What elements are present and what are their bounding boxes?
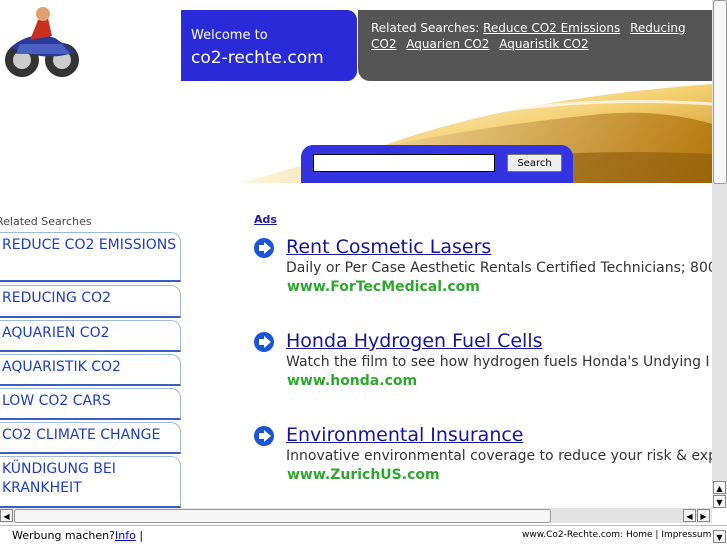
ad-title-link[interactable]: Rent Cosmetic Lasers (286, 236, 491, 258)
footer-left: Werbung machen?Info | (12, 529, 143, 542)
sidebar-item-kundigung-bei-krankheit[interactable]: KÜNDIGUNG BEI KRANKHEIT (0, 456, 181, 508)
footer-separator: | (139, 529, 144, 542)
arrow-right-icon[interactable] (254, 426, 274, 446)
ads-label[interactable]: Ads (254, 213, 277, 226)
related-link-reduce-co2-emissions[interactable]: Reduce CO2 Emissions (483, 21, 620, 35)
footer-bar: Werbung machen?Info | www.Co2-Rechte.com… (0, 525, 727, 546)
arrow-right-icon[interactable] (254, 238, 274, 258)
ad-item: Honda Hydrogen Fuel Cells Watch the film… (254, 330, 714, 392)
sidebar-item-low-co2-cars[interactable]: LOW CO2 CARS (0, 388, 181, 420)
site-header: Welcome to co2-rechte.com Related Search… (0, 0, 712, 183)
footer-impressum-link[interactable]: Impressum (661, 530, 711, 540)
scroll-up-button[interactable]: ▲ (713, 481, 726, 494)
ad-url-link[interactable]: www.ZurichUS.com (287, 467, 440, 483)
welcome-text: Welcome to (191, 28, 268, 43)
scroll-down-button[interactable]: ▼ (713, 495, 726, 508)
footer-info-link[interactable]: Info (115, 529, 136, 542)
ad-title-link[interactable]: Honda Hydrogen Fuel Cells (286, 330, 543, 352)
ad-item: Rent Cosmetic Lasers Daily or Per Case A… (254, 236, 714, 298)
search-button[interactable]: Search (507, 154, 562, 172)
motorcycle-logo[interactable] (0, 0, 182, 84)
horizontal-scroll-thumb[interactable] (14, 509, 551, 523)
footer-home-link[interactable]: Home (626, 530, 653, 540)
ad-description: Daily or Per Case Aesthetic Rentals Cert… (286, 260, 714, 276)
ad-description: Innovative environmental coverage to red… (286, 448, 714, 464)
ad-item: Environmental Insurance Innovative envir… (254, 424, 714, 486)
ad-url-link[interactable]: www.honda.com (287, 373, 417, 389)
footer-site-text: www.Co2-Rechte.com: (522, 530, 624, 540)
search-input[interactable] (313, 154, 495, 172)
sidebar-item-co2-climate-change[interactable]: CO2 CLIMATE CHANGE (0, 422, 181, 454)
ad-title-link[interactable]: Environmental Insurance (286, 424, 524, 446)
vertical-scrollbar[interactable]: ▲ ▼ (712, 0, 727, 508)
related-link-aquaristik-co2[interactable]: Aquaristik CO2 (499, 37, 588, 51)
ad-description: Watch the film to see how hydrogen fuels… (286, 354, 710, 370)
footer-right: www.Co2-Rechte.com: Home | Impressum (522, 530, 712, 540)
related-link-aquarien-co2[interactable]: Aquarien CO2 (406, 37, 489, 51)
scroll-right-button[interactable]: ▶ (697, 509, 710, 522)
footer-ad-text: Werbung machen? (12, 529, 115, 542)
scroll-left-button-2[interactable]: ◀ (683, 509, 696, 522)
scroll-left-button[interactable]: ◀ (0, 509, 13, 522)
vertical-scroll-thumb[interactable] (713, 0, 727, 184)
related-searches-label: Related Searches: (371, 21, 480, 35)
sidebar-title: Related Searches (0, 215, 92, 228)
site-domain: co2-rechte.com (191, 48, 324, 68)
arrow-right-icon[interactable] (254, 332, 274, 352)
related-searches-bar: Related Searches: Reduce CO2 Emissions R… (358, 10, 712, 81)
sidebar-item-reduce-co2-emissions[interactable]: REDUCE CO2 EMISSIONS (0, 232, 181, 282)
ad-url-link[interactable]: www.ForTecMedical.com (287, 279, 480, 295)
footer-scroll-down-button[interactable]: ▼ (713, 530, 726, 543)
welcome-banner: Welcome to co2-rechte.com (181, 10, 357, 81)
sidebar-item-aquarien-co2[interactable]: AQUARIEN CO2 (0, 320, 181, 352)
sidebar-item-reducing-co2[interactable]: REDUCING CO2 (0, 285, 181, 318)
sidebar-item-aquaristik-co2[interactable]: AQUARISTIK CO2 (0, 354, 181, 386)
search-panel: Search (301, 145, 573, 183)
horizontal-scrollbar[interactable]: ◀ ◀ ▶ (0, 508, 712, 523)
